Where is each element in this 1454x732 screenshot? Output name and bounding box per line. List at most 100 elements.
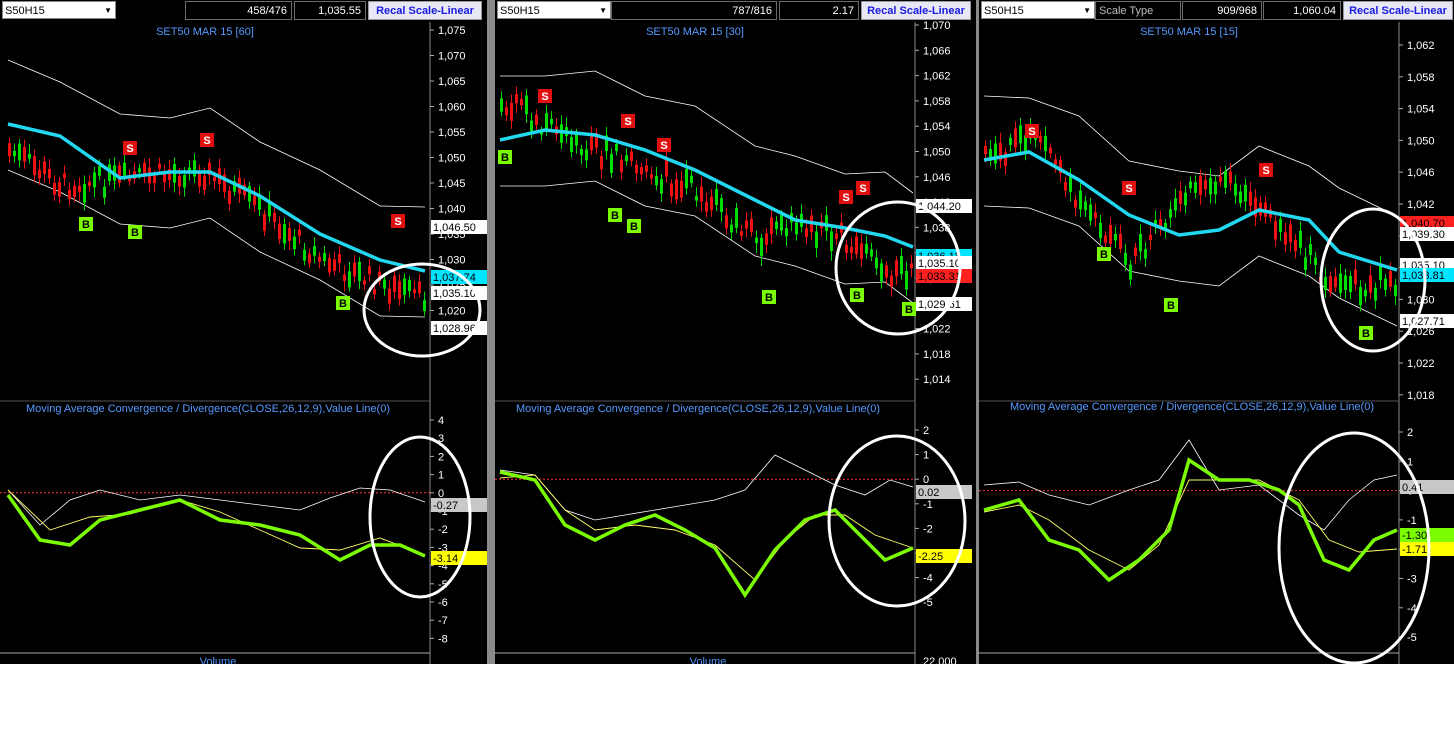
- candle-body: [705, 201, 708, 212]
- candle-body: [323, 253, 326, 261]
- candle-body: [665, 159, 668, 177]
- price-tick-label: 1,070: [923, 20, 951, 32]
- price-tick-label: 1,040: [438, 204, 466, 216]
- candle-body: [785, 227, 788, 237]
- candle-body: [1064, 181, 1067, 191]
- candle-body: [1099, 222, 1102, 239]
- candle-body: [835, 233, 838, 240]
- candle-body: [635, 164, 638, 174]
- candle-body: [138, 168, 141, 173]
- price-tag-label: 1,027.71: [1402, 316, 1445, 328]
- candle-body: [630, 151, 633, 162]
- candle-body: [600, 156, 603, 170]
- candle-body: [1199, 175, 1202, 195]
- candle-body: [283, 224, 286, 244]
- candle-body: [1184, 192, 1187, 206]
- candle-body: [570, 137, 573, 153]
- signal-label: B: [905, 304, 913, 316]
- chart-window-15min[interactable]: S50H15 ▼ Scale Type 909/968 1,060.04 Reca…: [979, 0, 1454, 664]
- price-tag-label: 1,046.50: [433, 222, 476, 234]
- candle-body: [1209, 177, 1212, 195]
- macd-tick-label: -8: [438, 633, 448, 645]
- candle-body: [383, 279, 386, 289]
- macd-title: Moving Average Convergence / Divergence(…: [1010, 401, 1374, 413]
- chart-canvas[interactable]: SET50 MAR 15 [30] 1,070 1,066 1,062 1,058 1,0…: [495, 0, 976, 664]
- candle-body: [1069, 175, 1072, 192]
- candle-body: [88, 181, 91, 187]
- candle-body: [1334, 276, 1337, 288]
- candle-body: [123, 162, 126, 176]
- price-tick-label: 1,066: [923, 45, 951, 57]
- candle-body: [560, 124, 563, 143]
- candle-body: [805, 228, 808, 237]
- candle-body: [845, 244, 848, 254]
- price-tick-label: 1,050: [438, 153, 466, 165]
- candle-body: [1109, 224, 1112, 244]
- candle-body: [393, 275, 396, 293]
- signal-label: B: [339, 298, 347, 310]
- candle-body: [1094, 212, 1097, 219]
- candle-body: [865, 243, 868, 254]
- signal-label: B: [501, 152, 509, 164]
- candle-body: [1119, 233, 1122, 249]
- candle-body: [213, 176, 216, 182]
- price-tick-label: 1,054: [1407, 104, 1435, 116]
- candle-body: [1364, 289, 1367, 297]
- candle-body: [895, 260, 898, 277]
- price-tick-label: 1,062: [923, 71, 951, 83]
- signal-label: S: [1125, 183, 1132, 195]
- chart-canvas[interactable]: SET50 MAR 15 [15] 1,062 1,058 1,054 1,050 1,0…: [979, 0, 1454, 664]
- candle-body: [18, 143, 21, 161]
- candle-body: [1134, 247, 1137, 257]
- candle-body: [1124, 252, 1127, 265]
- price-tag-label: 1,028.96: [433, 323, 476, 335]
- candle-body: [880, 263, 883, 282]
- chart-canvas[interactable]: SET50 MAR 15 [60] 1,075 1,070 1,065 1,060 1,0…: [0, 0, 487, 664]
- candle-body: [1299, 230, 1302, 248]
- candle-body: [228, 190, 231, 204]
- candle-body: [1129, 264, 1132, 280]
- macd-tick-label: -1: [923, 499, 933, 511]
- candle-body: [1339, 273, 1342, 293]
- candle-body: [765, 233, 768, 245]
- signal-label: S: [541, 91, 548, 103]
- candle-body: [118, 165, 121, 183]
- macd-tick-label: 0: [923, 474, 929, 486]
- candle-body: [1284, 232, 1287, 245]
- macd-line: [983, 457, 1398, 583]
- candle-body: [1219, 176, 1222, 182]
- candle-body: [1384, 278, 1387, 291]
- macd-tick-label: 1: [923, 450, 929, 462]
- signal-label: B: [1362, 328, 1370, 340]
- price-tick-label: 1,050: [1407, 135, 1435, 147]
- candle-body: [685, 168, 688, 189]
- candle-body: [1114, 234, 1117, 241]
- macd-tick-label: -7: [438, 615, 448, 627]
- candle-body: [43, 161, 46, 175]
- candle-body: [655, 176, 658, 186]
- macd-tag-label: -1.71: [1402, 544, 1427, 556]
- signal-label: S: [126, 143, 133, 155]
- candle-body: [890, 275, 893, 287]
- candle-body: [830, 231, 833, 252]
- candle-body: [550, 118, 553, 125]
- signal-label: B: [82, 219, 90, 231]
- chart-window-60min[interactable]: S50H15 ▼ 458/476 1,035.55 Recal Scale-Lin…: [0, 0, 487, 664]
- candle-body: [680, 180, 683, 198]
- candle-body: [328, 257, 331, 273]
- candle-body: [620, 159, 623, 173]
- candle-body: [994, 143, 997, 164]
- macd-tick-label: 2: [438, 451, 444, 463]
- chart-window-30min[interactable]: S50H15 ▼ 787/816 2.17 Recal Scale-Linear …: [495, 0, 976, 664]
- signal-label: B: [1167, 300, 1175, 312]
- candle-body: [38, 169, 41, 179]
- candle-body: [373, 289, 376, 295]
- candle-body: [1344, 275, 1347, 291]
- candle-body: [153, 174, 156, 184]
- candle-body: [1314, 257, 1317, 265]
- price-tick-label: 1,075: [438, 25, 466, 37]
- candle-body: [1079, 190, 1082, 210]
- candle-body: [750, 218, 753, 233]
- candle-body: [610, 153, 613, 174]
- chart-title: SET50 MAR 15 [30]: [646, 26, 744, 38]
